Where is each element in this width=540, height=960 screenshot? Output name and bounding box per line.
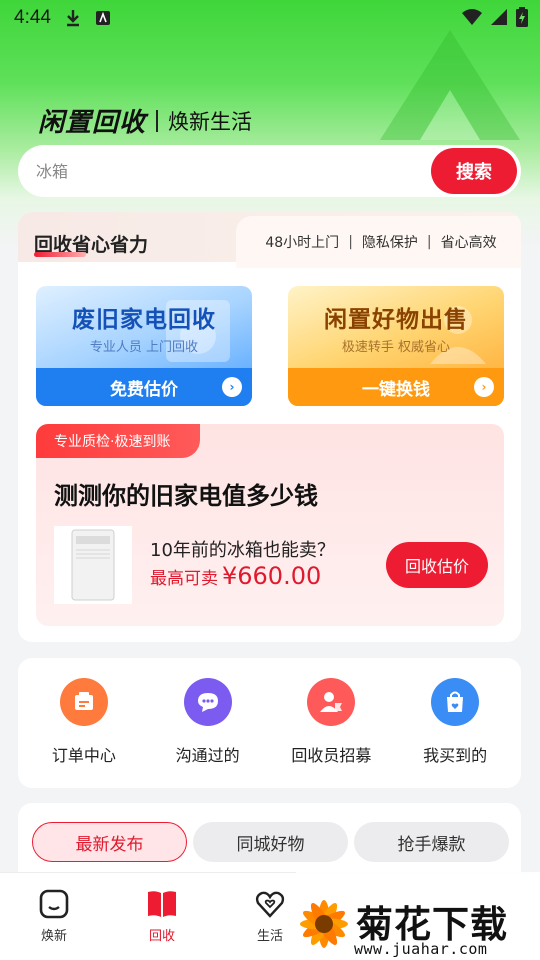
site-watermark: 菊花下载网 www.juahar.com [296,872,540,960]
quick-action-orders[interactable]: 订单中心 [24,658,144,788]
feed-tabs: 最新发布 同城好物 抢手爆款 [32,822,509,862]
quick-action-label: 我买到的 [423,746,488,765]
tab-local-goods[interactable]: 同城好物 [193,822,348,862]
tag-privacy: 隐私保护 [361,235,418,251]
appliance-recycle-subtitle: 专业人员 上门回收 [89,340,199,355]
battery-icon [516,7,528,31]
air-conditioner-icon [71,529,115,601]
recruit-icon [307,678,356,726]
tag-separator: | [348,234,353,250]
shopping-bag-icon [431,678,480,726]
appliance-recycle-title: 废旧家电回收 [72,307,216,333]
brand-slogan: 焕新生活 [168,109,253,134]
free-estimate-label: 免费估价 [110,379,178,400]
idle-sell-subtitle: 极速转手 权威省心 [341,340,451,355]
search-bar: 搜索 [18,145,521,197]
idle-sell-title: 闲置好物出售 [324,307,468,333]
quick-action-label: 回收员招募 [291,746,372,765]
status-time: 4:44 [14,7,51,28]
brand-name: 闲置回收 [38,108,147,138]
appliance-recycle-card[interactable]: 废旧家电回收 专业人员 上门回收 免费估价 › [36,286,252,406]
app-notification-icon [95,10,111,26]
quick-action-label: 沟通过的 [175,746,240,765]
tag-door-service: 48小时上门 [265,235,340,251]
quick-action-recruit[interactable]: 回收员招募 [271,658,391,788]
watermark-url: www.juahar.com [354,940,488,958]
book-icon [145,887,179,921]
brand-header: 闲置回收 焕新生活 [38,102,252,139]
chat-icon [183,678,232,726]
quick-action-chats[interactable]: 沟通过的 [148,658,268,788]
max-price: ¥660.00 [222,562,322,590]
recycle-card-header: 回收省心省力 48小时上门 | 隐私保护 | 省心高效 [18,212,521,268]
download-icon [65,9,81,27]
tag-separator: | [426,234,432,250]
nav-item-renew[interactable]: 焕新 [0,873,108,960]
free-estimate-button[interactable]: 免费估价 › [36,368,252,406]
quick-actions: 订单中心 沟通过的 回收员招募 我买到的 [18,658,521,788]
nav-label: 焕新 [40,929,67,944]
valuation-badge: 专业质检·极速到账 [36,424,201,458]
chevron-right-icon: › [474,377,494,397]
nav-label: 生活 [256,929,283,944]
brand-divider [156,109,159,132]
title-underline [34,252,86,257]
valuation-price-line: 最高可卖 ¥660.00 [150,562,321,590]
quick-action-label: 订单中心 [51,746,116,765]
wifi-icon [462,8,482,30]
status-bar: 4:44 [0,0,540,36]
feed-section: 最新发布 同城好物 抢手爆款 [18,803,521,883]
recycle-card: 回收省心省力 48小时上门 | 隐私保护 | 省心高效 废旧家电回收 专业人员 … [18,212,521,642]
tab-latest[interactable]: 最新发布 [32,822,187,862]
price-label: 最高可卖 [150,569,218,589]
heart-icon [253,887,287,921]
idle-sell-card[interactable]: 闲置好物出售 极速转手 权威省心 一键换钱 › [288,286,504,406]
valuation-title: 测测你的旧家电值多少钱 [54,482,318,510]
valuation-question: 10年前的冰箱也能卖？ [150,540,335,561]
valuation-panel: 专业质检·极速到账 测测你的旧家电值多少钱 10年前的冰箱也能卖？ 最高可卖 ¥… [36,424,504,626]
quick-cash-label: 一键换钱 [362,379,430,400]
search-button[interactable]: 搜索 [431,148,517,194]
quick-cash-button[interactable]: 一键换钱 › [288,368,504,406]
nav-item-recycle[interactable]: 回收 [108,873,216,960]
chevron-right-icon: › [222,377,242,397]
recycle-estimate-button[interactable]: 回收估价 [386,542,488,588]
appliance-thumbnail [54,526,132,604]
quick-action-purchases[interactable]: 我买到的 [395,658,515,788]
order-icon [59,678,108,726]
service-tags: 48小时上门 | 隐私保护 | 省心高效 [236,216,521,268]
face-icon [37,887,71,921]
nav-label: 回收 [148,929,175,944]
tag-efficiency: 省心高效 [440,235,497,251]
flower-icon [300,900,348,948]
tab-hot-items[interactable]: 抢手爆款 [354,822,509,862]
signal-icon [490,8,508,30]
